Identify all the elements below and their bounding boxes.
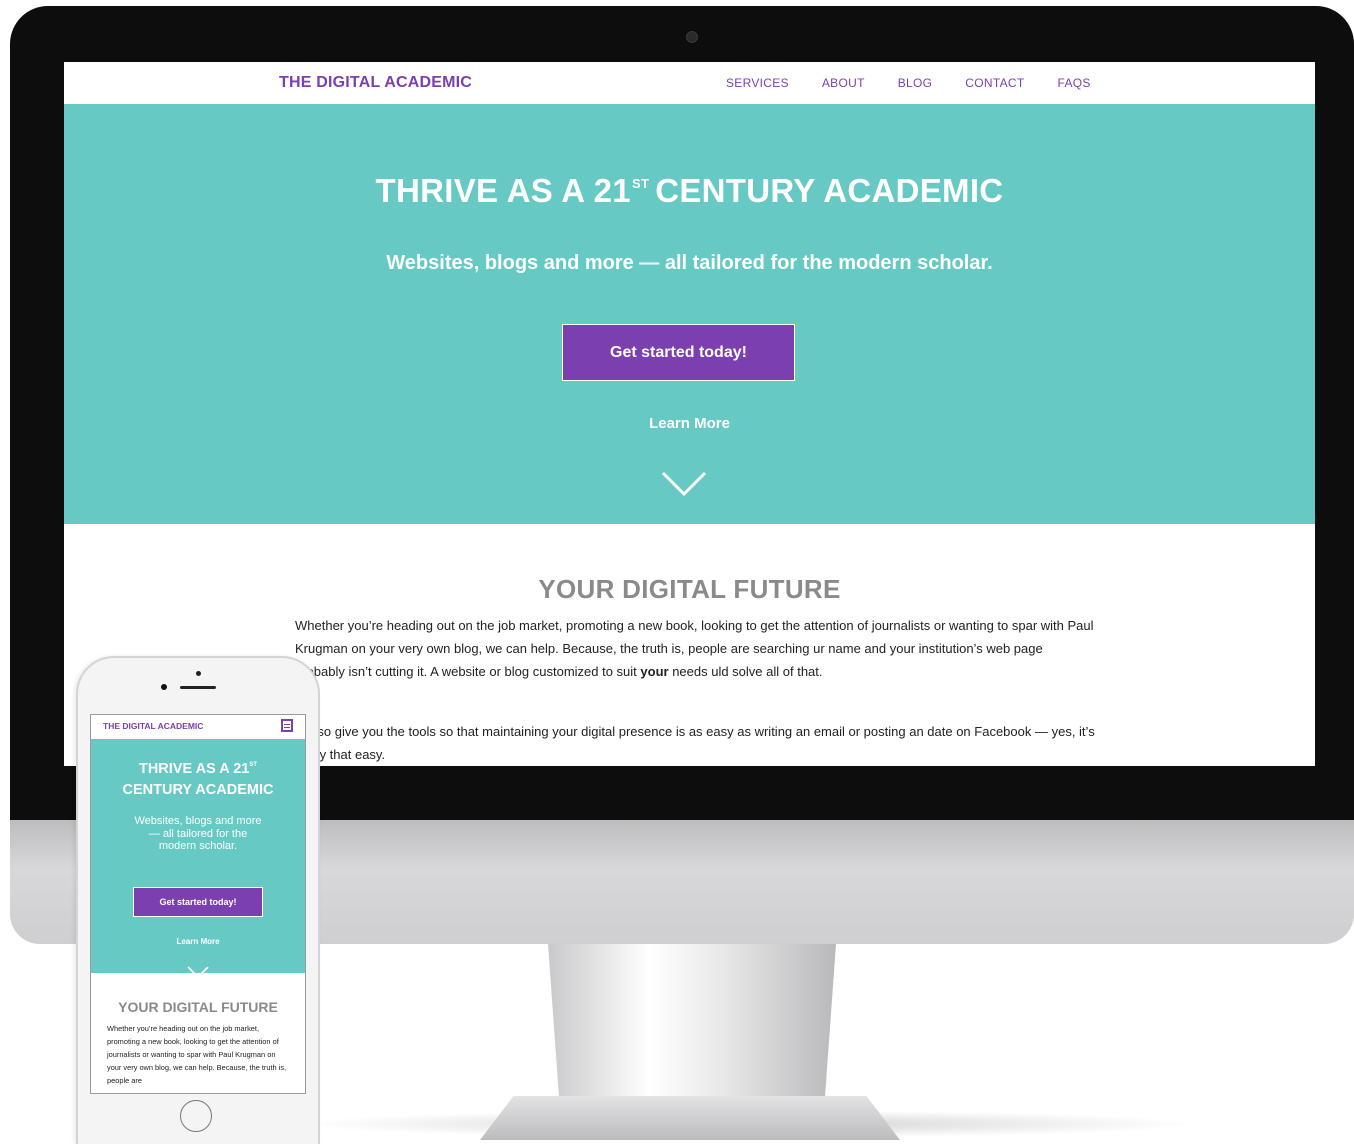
- mobile-site-logo[interactable]: THE DIGITAL ACADEMIC: [103, 721, 203, 731]
- phone-speaker: [180, 686, 216, 689]
- learn-more-link[interactable]: Learn More: [64, 415, 1315, 432]
- desktop-navbar: THE DIGITAL ACADEMIC SERVICES ABOUT BLOG…: [64, 62, 1315, 104]
- mobile-get-started-button[interactable]: Get started today!: [133, 887, 263, 917]
- paragraph-emphasis: your: [640, 664, 669, 679]
- chevron-down-icon[interactable]: [186, 965, 210, 979]
- hero-section: THRIVE AS A 21ST CENTURY ACADEMIC Website…: [64, 104, 1315, 524]
- section-paragraph: ’ll also give you the tools so that main…: [295, 724, 1095, 762]
- get-started-button[interactable]: Get started today!: [562, 324, 795, 381]
- imac-foot: [480, 1096, 900, 1140]
- site-logo[interactable]: THE DIGITAL ACADEMIC: [279, 74, 472, 92]
- hero-title: THRIVE AS A 21ST CENTURY ACADEMIC: [64, 172, 1315, 210]
- mobile-learn-more-link[interactable]: Learn More: [91, 937, 305, 946]
- mobile-title-part: THRIVE AS A 21: [138, 761, 250, 777]
- section-title: YOUR DIGITAL FUTURE: [538, 574, 841, 604]
- mobile-section-paragraph: Whether you’re heading out on the job ma…: [107, 1024, 287, 1085]
- phone-sensor: [196, 671, 201, 676]
- mobile-navbar: THE DIGITAL ACADEMIC: [91, 715, 305, 739]
- mobile-title-sup: ST: [249, 762, 258, 768]
- section-paragraph: Whether you’re heading out on the job ma…: [295, 614, 1095, 683]
- hero-title-part: CENTURY ACADEMIC: [655, 172, 1004, 209]
- mobile-title-part: CENTURY ACADEMIC: [122, 782, 274, 798]
- mobile-hero-subtitle: Websites, blogs and more — all tailored …: [134, 815, 262, 852]
- home-button[interactable]: [180, 1100, 212, 1132]
- nav-links: SERVICES ABOUT BLOG CONTACT FAQS: [726, 76, 1091, 90]
- imac-stand: [548, 944, 836, 1104]
- mobile-hero-section: THRIVE AS A 21ST CENTURY ACADEMIC Website…: [91, 739, 305, 979]
- mobile-section-title: YOUR DIGITAL FUTURE: [118, 999, 278, 1015]
- hero-title-sup: ST: [631, 176, 650, 191]
- imac-camera: [686, 31, 698, 43]
- phone-camera: [161, 684, 167, 690]
- hero-title-part: THRIVE AS A 21: [375, 172, 631, 209]
- hero-subtitle: Websites, blogs and more — all tailored …: [386, 252, 993, 274]
- paragraph-text: needs uld solve all of that.: [668, 664, 823, 679]
- nav-item-contact[interactable]: CONTACT: [965, 76, 1024, 90]
- chevron-down-icon[interactable]: [660, 470, 708, 498]
- mobile-screen: THE DIGITAL ACADEMIC THRIVE AS A 21ST CEN…: [90, 714, 306, 1094]
- nav-item-about[interactable]: ABOUT: [822, 76, 865, 90]
- nav-item-faqs[interactable]: FAQS: [1057, 76, 1090, 90]
- nav-item-blog[interactable]: BLOG: [898, 76, 933, 90]
- iphone-device: THE DIGITAL ACADEMIC THRIVE AS A 21ST CEN…: [76, 656, 320, 1144]
- nav-item-services[interactable]: SERVICES: [726, 76, 789, 90]
- hamburger-menu-icon[interactable]: [281, 719, 293, 732]
- mobile-hero-title: THRIVE AS A 21ST CENTURY ACADEMIC: [101, 755, 295, 801]
